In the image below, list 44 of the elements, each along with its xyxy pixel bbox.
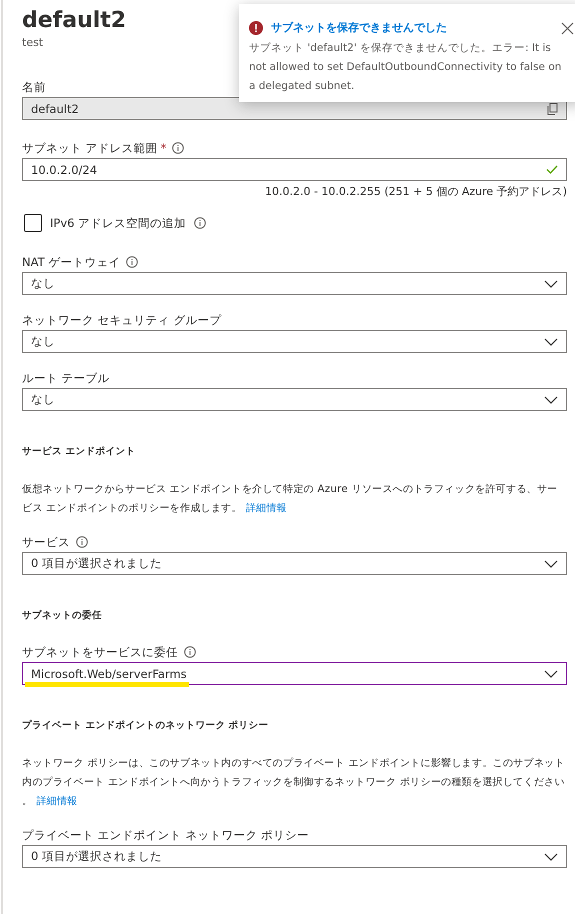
learn-more-link[interactable]: 詳細情報 <box>246 503 288 514</box>
info-icon[interactable] <box>126 256 138 268</box>
field-label: NAT ゲートウェイ <box>22 254 120 270</box>
dropdown[interactable]: 0 項目が選択されました <box>22 845 567 868</box>
section-description: ネットワーク ポリシーは、このサブネット内のすべてのプライベート エンドポイントに影響します。このサブネット内のプライベート エンドポイントへ向かうトラフィックを制御するネットワーク ポリシーの種類を選択してください。 詳細情報 <box>22 756 566 809</box>
info-icon[interactable] <box>172 142 184 154</box>
checkbox[interactable] <box>24 214 42 232</box>
dropdown[interactable]: なし <box>22 272 567 295</box>
chevron-down-icon <box>544 670 558 678</box>
field-label: ネットワーク セキュリティ グループ <box>22 312 222 328</box>
section-description: 仮想ネットワークからサービス エンドポイントを介して特定の Azure リソースへのトラフィックを許可する、サービス エンドポイントのポリシーを作成します。 詳細情報 <box>22 482 559 516</box>
field-label: サブネット アドレス範囲 <box>22 140 158 156</box>
checkbox-label: IPv6 アドレス空間の追加 <box>50 216 186 230</box>
chevron-down-icon <box>544 280 558 288</box>
page-subtitle: test <box>22 36 44 49</box>
section-heading: サービス エンドポイント <box>22 445 136 458</box>
chevron-down-icon <box>544 396 558 404</box>
dropdown[interactable]: 0 項目が選択されました <box>22 552 567 575</box>
chevron-down-icon <box>544 560 558 568</box>
field-label: サービス <box>22 534 70 550</box>
dropdown[interactable]: なし <box>22 330 567 353</box>
required-asterisk: * <box>160 140 166 156</box>
section-heading: プライベート エンドポイントのネットワーク ポリシー <box>22 719 270 732</box>
field-label: サブネットをサービスに委任 <box>22 644 178 660</box>
info-icon[interactable] <box>194 217 206 229</box>
dropdown[interactable]: Microsoft.Web/serverFarms <box>22 662 567 685</box>
field-label: プライベート エンドポイント ネットワーク ポリシー <box>22 827 309 843</box>
copy-icon[interactable] <box>547 102 558 114</box>
info-icon[interactable] <box>184 646 196 658</box>
chevron-down-icon <box>544 338 558 346</box>
field-label: ルート テーブル <box>22 370 110 386</box>
address-hint: 10.0.2.0 - 10.0.2.255 (251 + 5 個の Azure 予約アドレス) <box>264 184 567 200</box>
close-button[interactable] <box>561 22 574 35</box>
toast-title: サブネットを保存できませんでした <box>271 20 447 35</box>
section-heading: サブネットの委任 <box>22 609 103 622</box>
learn-more-link[interactable]: 詳細情報 <box>36 796 78 807</box>
dropdown[interactable]: なし <box>22 388 567 411</box>
info-icon[interactable] <box>76 536 88 548</box>
field-label: 名前 <box>22 79 46 95</box>
address-range-field[interactable]: 10.0.2.0/24 <box>22 158 567 181</box>
chevron-down-icon <box>544 852 558 860</box>
toast-message: サブネット 'default2' を保存できませんでした。エラー: It is not allowed to set DefaultOutboundConnectivity to false on a delegated subnet. <box>249 41 562 94</box>
error-icon <box>249 20 263 34</box>
page-title: default2 <box>22 7 126 35</box>
